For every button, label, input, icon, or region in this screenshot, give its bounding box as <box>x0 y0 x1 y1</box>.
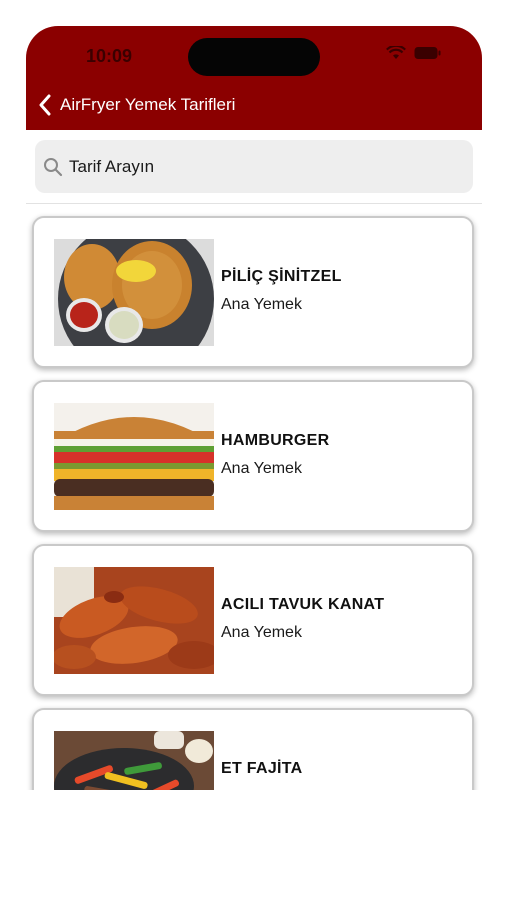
recipe-card-chicken-wings[interactable]: ACILI TAVUK KANAT Ana Yemek <box>32 544 474 696</box>
recipe-card-schnitzel[interactable]: PİLİÇ ŞİNİTZEL Ana Yemek <box>32 216 474 368</box>
schnitzel-photo <box>54 239 214 346</box>
recipe-list: PİLİÇ ŞİNİTZEL Ana Yemek HAMBURGER Ana Y… <box>32 216 476 790</box>
fajita-photo <box>54 731 214 790</box>
recipe-title: HAMBURGER <box>221 432 330 449</box>
battery-icon <box>414 47 441 59</box>
search-bar[interactable] <box>35 140 473 193</box>
dynamic-island <box>188 38 320 76</box>
header-bar: 10:09 AirFryer Yemek Tarifleri <box>26 26 482 130</box>
recipe-title: ET FAJİTA <box>221 760 303 777</box>
recipe-title: ACILI TAVUK KANAT <box>221 596 385 613</box>
recipe-category: Ana Yemek <box>221 624 302 641</box>
nav-title: AirFryer Yemek Tarifleri <box>60 95 236 114</box>
recipe-card-hamburger[interactable]: HAMBURGER Ana Yemek <box>32 380 474 532</box>
chevron-left-icon <box>39 94 51 116</box>
app-screen: 10:09 AirFryer Yemek Tarifleri Tarif Ara… <box>26 26 482 790</box>
hamburger-photo <box>54 403 214 510</box>
search-icon <box>44 157 63 176</box>
recipe-category: Ana Yemek <box>221 460 302 477</box>
recipe-title: PİLİÇ ŞİNİTZEL <box>221 268 342 285</box>
divider <box>26 203 482 204</box>
wifi-icon <box>386 46 406 59</box>
status-icons <box>386 46 442 60</box>
status-time: 10:09 <box>86 46 133 66</box>
recipe-card-fajita[interactable]: ET FAJİTA <box>32 708 474 790</box>
search-input[interactable] <box>69 156 449 177</box>
back-button[interactable]: AirFryer Yemek Tarifleri <box>38 94 235 116</box>
chicken-wings-photo <box>54 567 214 674</box>
recipe-category: Ana Yemek <box>221 296 302 313</box>
